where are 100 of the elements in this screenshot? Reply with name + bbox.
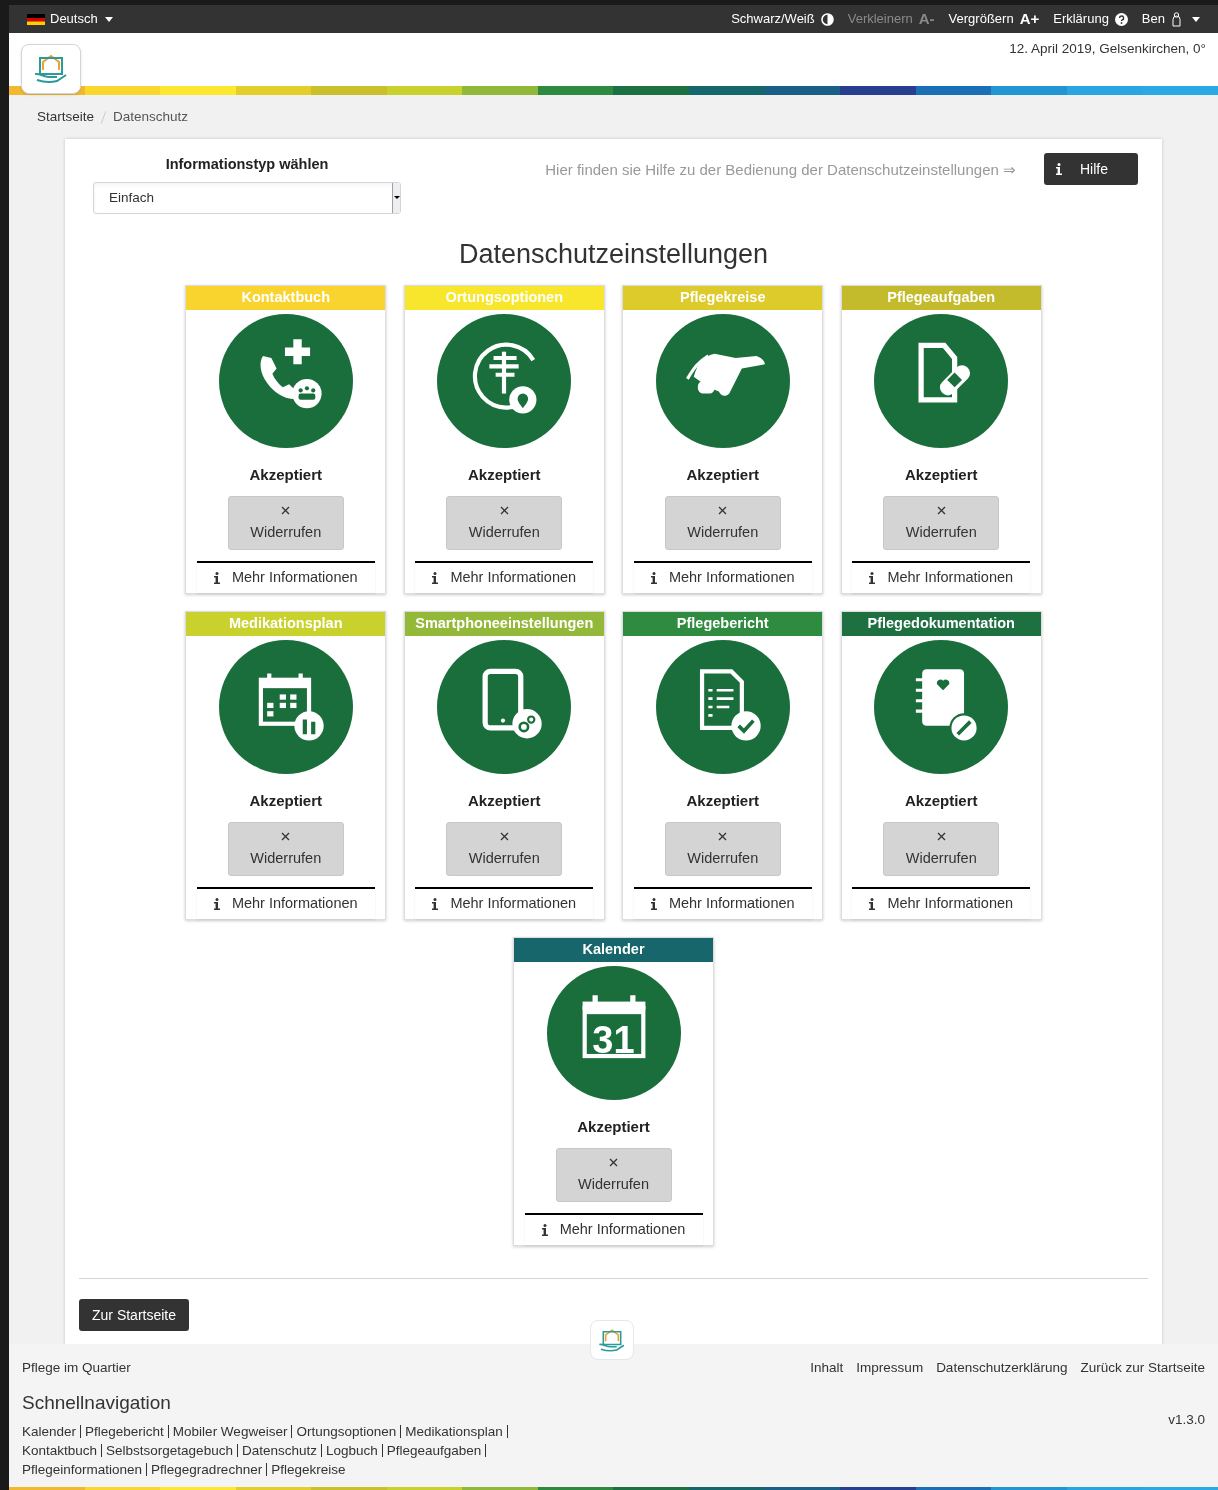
- quick-nav-link[interactable]: Mobiler Wegweiser: [172, 1422, 288, 1441]
- user-icon: [1171, 11, 1182, 27]
- toolbar-button[interactable]: Ben: [1141, 9, 1200, 29]
- breadcrumb-current: Datenschutz: [113, 107, 189, 126]
- more-info-link[interactable]: Mehr Informationen: [633, 887, 812, 920]
- close-icon: [936, 831, 946, 841]
- close-icon: [281, 831, 291, 841]
- quick-nav-link[interactable]: Pflegeinformationen: [22, 1460, 143, 1479]
- quick-nav-link[interactable]: Ortungsoptionen: [296, 1422, 397, 1441]
- status-text: Akzeptiert: [249, 465, 322, 486]
- quick-nav-link[interactable]: Kontaktbuch: [22, 1441, 98, 1460]
- logo-icon[interactable]: [21, 44, 81, 94]
- tablet-icon: [437, 640, 572, 775]
- quick-nav-link[interactable]: Datenschutz: [241, 1441, 317, 1460]
- revoke-button[interactable]: Widerrufen: [883, 821, 1000, 877]
- contrast-icon: [820, 12, 834, 26]
- more-info-link[interactable]: Mehr Informationen: [633, 561, 812, 594]
- status-text: Akzeptiert: [468, 791, 541, 812]
- revoke-button[interactable]: Widerrufen: [883, 495, 1000, 551]
- quick-nav-link[interactable]: Selbstsorgetagebuch: [106, 1441, 233, 1460]
- status-text: Akzeptiert: [686, 465, 759, 486]
- more-info-link[interactable]: Mehr Informationen: [852, 887, 1031, 920]
- quick-nav-link[interactable]: Pflegeaufgaben: [386, 1441, 482, 1460]
- breadcrumb-link[interactable]: Startseite: [37, 106, 95, 128]
- help-button[interactable]: Hilfe: [1044, 153, 1138, 185]
- status-text: Akzeptiert: [468, 465, 541, 486]
- checklist-icon: [655, 640, 790, 775]
- quick-nav-link[interactable]: Kalender: [22, 1422, 77, 1441]
- more-info-link[interactable]: Mehr Informationen: [415, 887, 594, 920]
- info-type-select[interactable]: Einfach: [93, 181, 401, 214]
- status-text: Akzeptiert: [686, 791, 759, 812]
- toolbar-button[interactable]: Vergrößern A+: [948, 7, 1040, 31]
- card-header: Kontaktbuch: [186, 286, 386, 311]
- info-icon: [432, 572, 439, 585]
- field-label: Informationstyp wählen: [165, 155, 329, 174]
- flag-icon: [27, 13, 45, 25]
- card-header: Kalender: [514, 938, 713, 963]
- info-icon: [650, 898, 657, 911]
- revoke-button[interactable]: Widerrufen: [227, 495, 344, 551]
- help-hint: Hier finden sie Hilfe zu der Bedienung der Datenschutzeinstellungen ⇒: [545, 160, 1016, 181]
- info-icon: [869, 572, 876, 585]
- info-icon: [541, 1224, 548, 1237]
- card-header: Pflegekreise: [623, 286, 823, 311]
- info-icon: [213, 898, 220, 911]
- card-header: Smartphoneeinstellungen: [404, 612, 604, 637]
- status-text: Akzeptiert: [249, 791, 322, 812]
- document-icon: [874, 314, 1009, 449]
- card-header: Pflegedokumentation: [841, 612, 1041, 637]
- help-icon: [1114, 12, 1128, 26]
- section-heading: Schnellnavigation: [22, 1392, 171, 1414]
- card-header: Ortungsoptionen: [404, 286, 604, 311]
- close-icon: [499, 505, 509, 515]
- revoke-button[interactable]: Widerrufen: [664, 821, 781, 877]
- card-header: Medikationsplan: [186, 612, 386, 637]
- calendar-icon: [546, 966, 681, 1101]
- info-icon: [869, 898, 876, 911]
- info-icon: [1056, 163, 1062, 175]
- toolbar-button[interactable]: Erklärung: [1053, 9, 1128, 29]
- more-info-link[interactable]: Mehr Informationen: [524, 1213, 703, 1246]
- close-icon: [499, 831, 509, 841]
- logo-icon[interactable]: [590, 1320, 634, 1360]
- footer-link[interactable]: Impressum: [856, 1360, 924, 1376]
- info-icon: [432, 898, 439, 911]
- version-text: v1.3.0: [1168, 1412, 1205, 1428]
- phone-icon: [218, 314, 353, 449]
- caret-icon: [1192, 16, 1200, 22]
- revoke-button[interactable]: Widerrufen: [227, 821, 344, 877]
- more-info-link[interactable]: Mehr Informationen: [852, 561, 1031, 594]
- close-icon: [609, 1157, 618, 1167]
- more-info-link[interactable]: Mehr Informationen: [196, 887, 375, 920]
- revoke-button[interactable]: Widerrufen: [446, 495, 563, 551]
- revoke-button[interactable]: Widerrufen: [555, 1147, 672, 1203]
- footer-brand: Pflege im Quartier: [22, 1360, 131, 1376]
- date-location: 12. April 2019, Gelsenkirchen, 0°: [1009, 40, 1206, 58]
- card-header: Pflegebericht: [623, 612, 823, 637]
- quick-nav-link[interactable]: Pflegebericht: [85, 1422, 164, 1441]
- quick-nav-link[interactable]: Logbuch: [325, 1441, 378, 1460]
- revoke-button[interactable]: Widerrufen: [664, 495, 781, 551]
- more-info-link[interactable]: Mehr Informationen: [196, 561, 375, 594]
- close-icon: [936, 505, 946, 515]
- language-menu[interactable]: Deutsch: [27, 9, 113, 29]
- toolbar-button[interactable]: Schwarz/Weiß: [731, 9, 834, 29]
- card-header: Pflegeaufgaben: [841, 286, 1041, 311]
- quick-nav-link[interactable]: Pflegegradrechner: [151, 1460, 263, 1479]
- footer-link[interactable]: Datenschutzerklärung: [936, 1360, 1068, 1376]
- footer-link[interactable]: Inhalt: [810, 1360, 844, 1376]
- close-icon: [281, 505, 291, 515]
- quick-nav-link[interactable]: Pflegekreise: [271, 1460, 346, 1479]
- footer-link[interactable]: Zurück zur Startseite: [1080, 1360, 1205, 1376]
- status-text: Akzeptiert: [577, 1117, 650, 1138]
- quick-nav-link[interactable]: Medikationsplan: [405, 1422, 503, 1441]
- home-button[interactable]: Zur Startseite: [79, 1299, 190, 1331]
- close-icon: [718, 505, 728, 515]
- more-info-link[interactable]: Mehr Informationen: [415, 561, 594, 594]
- revoke-button[interactable]: Widerrufen: [446, 821, 563, 877]
- caret-icon: [104, 16, 113, 22]
- handshake-icon: [655, 314, 790, 449]
- info-icon: [650, 572, 657, 585]
- notebook-icon: [874, 640, 1009, 775]
- close-icon: [718, 831, 728, 841]
